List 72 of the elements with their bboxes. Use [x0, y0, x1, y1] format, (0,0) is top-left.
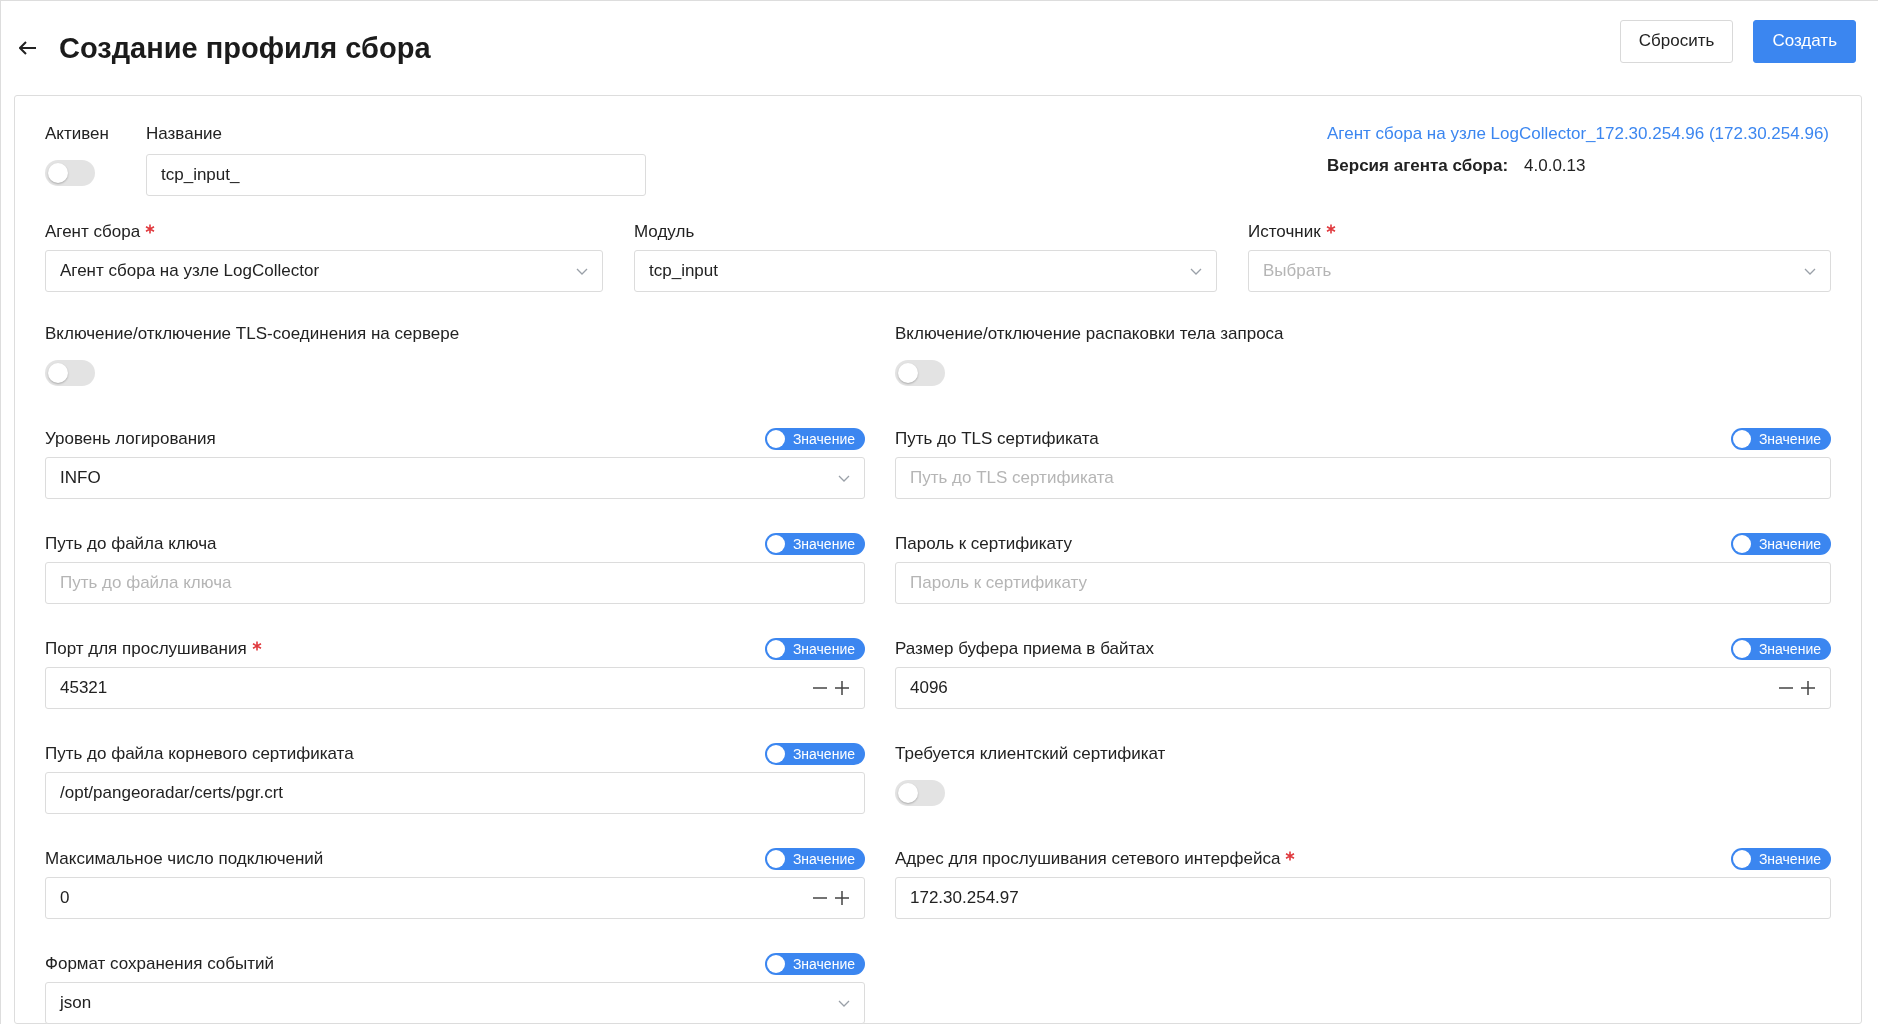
value-switch[interactable]: Значение [1730, 848, 1831, 870]
required-icon [145, 224, 156, 234]
increment-button[interactable] [834, 890, 850, 906]
chevron-down-icon [838, 999, 850, 1007]
plus-icon [834, 680, 850, 696]
toggle-switch[interactable] [45, 360, 95, 386]
field-label: Модуль [634, 222, 695, 242]
toggle-switch[interactable] [895, 780, 945, 806]
toggle-switch[interactable] [895, 360, 945, 386]
field-label: Адрес для прослушивания сетевого интерфейса [895, 849, 1281, 869]
value-switch[interactable]: Значение [764, 533, 865, 555]
value-switch[interactable]: Значение [1730, 533, 1831, 555]
version-label: Версия агента сбора: [1327, 156, 1509, 176]
plus-icon [834, 890, 850, 906]
field-label: Путь до TLS сертификата [895, 429, 1099, 449]
text-field[interactable]: Путь до TLS сертификата [895, 457, 1831, 499]
increment-button[interactable] [1800, 680, 1816, 696]
text-field[interactable]: Путь до файла ключа [45, 562, 865, 604]
field-label: Требуется клиентский сертификат [895, 744, 1166, 764]
field-label: Пароль к сертификату [895, 534, 1073, 554]
field-label: Источник [1248, 222, 1321, 242]
chevron-down-icon [1804, 267, 1816, 275]
increment-button[interactable] [834, 680, 850, 696]
field-label: Включение/отключение TLS-соединения на сервере [45, 324, 460, 344]
number-field[interactable]: 0 [45, 877, 865, 919]
reset-button[interactable]: Сбросить [1619, 19, 1734, 63]
field-label: Агент сбора [45, 222, 141, 242]
value-switch[interactable]: Значение [764, 428, 865, 450]
field-label: Включение/отключение распаковки тела запроса [895, 324, 1284, 344]
field-label: Путь до файла ключа [45, 534, 217, 554]
number-field[interactable]: 4096 [895, 667, 1831, 709]
required-icon [1285, 851, 1296, 861]
field-label: Порт для прослушивания [45, 639, 247, 659]
page-title: Создание профиля сбора [59, 31, 431, 65]
field-label: Путь до файла корневого сертификата [45, 744, 354, 764]
version-value: 4.0.0.13 [1524, 156, 1586, 176]
chevron-down-icon [838, 474, 850, 482]
required-icon [251, 641, 262, 651]
text-field[interactable]: tcp_input_ [146, 154, 646, 196]
field-label: Уровень логирования [45, 429, 216, 449]
dropdown[interactable]: Агент сбора на узле LogCollector [45, 250, 603, 292]
field-label: Название [146, 124, 223, 144]
dropdown[interactable]: json [45, 982, 865, 1024]
field-label: Размер буфера приема в байтах [895, 639, 1154, 659]
chevron-down-icon [576, 267, 588, 275]
value-switch[interactable]: Значение [764, 848, 865, 870]
field-label: Формат сохранения событий [45, 954, 274, 974]
dropdown[interactable]: tcp_input [634, 250, 1217, 292]
text-field[interactable]: Пароль к сертификату [895, 562, 1831, 604]
value-switch[interactable]: Значение [764, 743, 865, 765]
chevron-down-icon [1190, 267, 1202, 275]
text-field[interactable]: 172.30.254.97 [895, 877, 1831, 919]
plus-icon [1800, 680, 1816, 696]
required-icon [1325, 224, 1336, 234]
text-field[interactable]: /opt/pangeoradar/certs/pgr.crt [45, 772, 865, 814]
field-label: Активен [45, 124, 110, 144]
value-switch[interactable]: Значение [764, 953, 865, 975]
minus-icon [812, 687, 828, 689]
dropdown[interactable]: Выбрать [1248, 250, 1831, 292]
value-switch[interactable]: Значение [764, 638, 865, 660]
back-button[interactable] [17, 39, 39, 57]
value-switch[interactable]: Значение [1730, 638, 1831, 660]
create-button[interactable]: Создать [1753, 19, 1856, 63]
dropdown[interactable]: INFO [45, 457, 865, 499]
toggle-switch[interactable] [45, 160, 95, 186]
agent-link[interactable]: Агент сбора на узле LogCollector_172.30.254.96 (172.30.254.96) [1327, 124, 1829, 144]
minus-icon [812, 897, 828, 899]
field-label: Максимальное число подключений [45, 849, 324, 869]
arrow-left-icon [19, 41, 37, 55]
number-field[interactable]: 45321 [45, 667, 865, 709]
value-switch[interactable]: Значение [1730, 428, 1831, 450]
minus-icon [1778, 687, 1794, 689]
